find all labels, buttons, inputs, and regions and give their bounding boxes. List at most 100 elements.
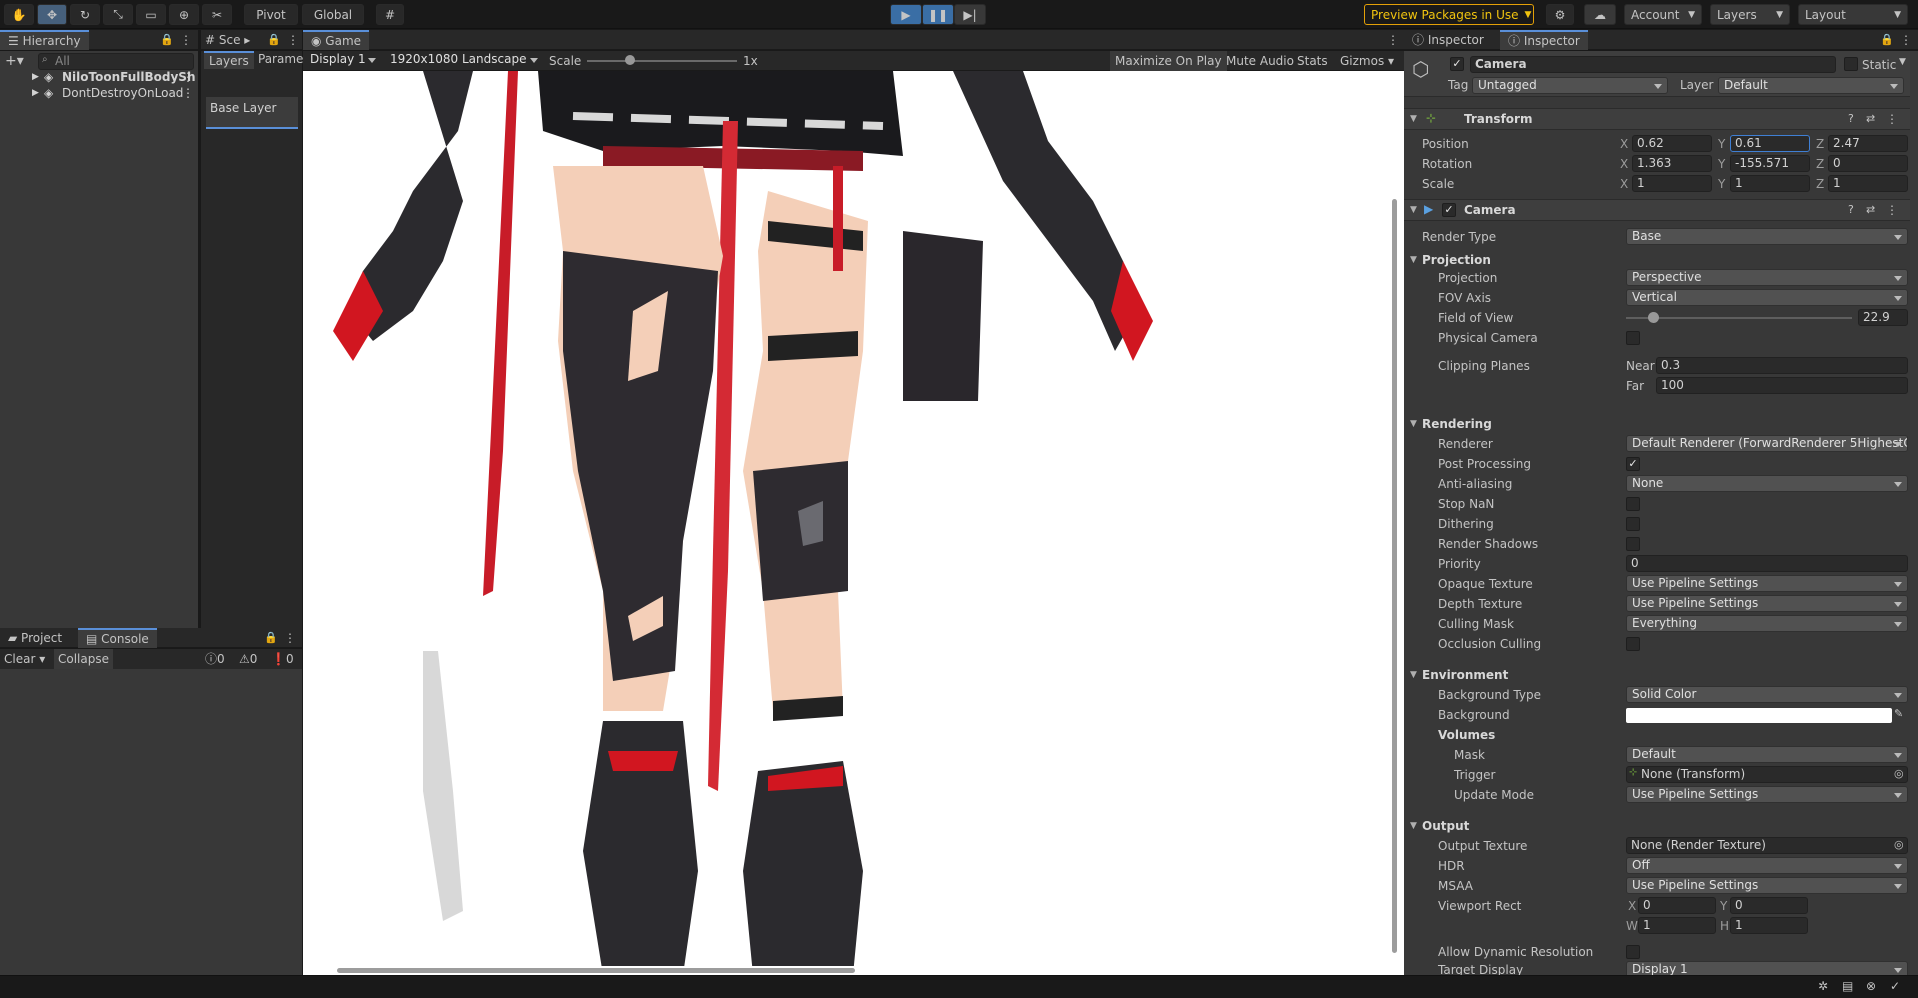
- inspector-scrollbar[interactable]: [1910, 51, 1918, 975]
- account-dropdown[interactable]: Account ▼: [1624, 4, 1702, 25]
- environment-section-title[interactable]: Environment: [1422, 667, 1508, 683]
- viewport-x-field[interactable]: 0: [1638, 897, 1716, 914]
- tag-dropdown[interactable]: Untagged: [1472, 77, 1668, 94]
- help-icon[interactable]: ?: [1848, 203, 1854, 216]
- camera-section-header[interactable]: ▼ ▶ ✓ Camera ? ⇄ ⋮: [1404, 199, 1918, 221]
- layout-dropdown[interactable]: Layout ▼: [1798, 4, 1908, 25]
- hierarchy-search-input[interactable]: All: [38, 53, 194, 70]
- rotation-x-field[interactable]: 1.363: [1632, 155, 1712, 172]
- rect-tool-icon[interactable]: ▭: [136, 4, 166, 25]
- render-shadows-checkbox[interactable]: [1626, 537, 1640, 551]
- game-viewport[interactable]: [303, 71, 1404, 975]
- transform-tool-icon[interactable]: ⊕: [169, 4, 199, 25]
- collapse-button[interactable]: Collapse: [54, 649, 113, 669]
- dithering-checkbox[interactable]: [1626, 517, 1640, 531]
- viewport-h-field[interactable]: 1: [1730, 917, 1808, 934]
- custom-tool-icon[interactable]: ✂: [202, 4, 232, 25]
- tab-inspector-2[interactable]: ⓘ Inspector: [1500, 30, 1588, 50]
- scale-y-field[interactable]: 1: [1730, 175, 1810, 192]
- scale-slider-thumb[interactable]: [625, 55, 635, 65]
- grid-snap-icon[interactable]: #: [376, 4, 404, 25]
- output-section-title[interactable]: Output: [1422, 818, 1469, 834]
- debug-icon[interactable]: ✲: [1818, 979, 1828, 993]
- help-icon[interactable]: ?: [1848, 112, 1854, 125]
- preview-packages-dropdown[interactable]: Preview Packages in Use ▼: [1364, 4, 1534, 25]
- network-icon[interactable]: ⊗: [1866, 979, 1876, 993]
- add-icon[interactable]: +▾: [5, 53, 24, 69]
- scale-x-field[interactable]: 1: [1632, 175, 1712, 192]
- viewport-y-field[interactable]: 0: [1730, 897, 1808, 914]
- transform-section-header[interactable]: ▼ ⊹ Transform ? ⇄ ⋮: [1404, 108, 1918, 130]
- lock-icon[interactable]: 🔒: [267, 33, 281, 46]
- physical-camera-checkbox[interactable]: [1626, 331, 1640, 345]
- rotate-tool-icon[interactable]: ↻: [70, 4, 100, 25]
- kebab-menu-icon[interactable]: ⋮: [287, 33, 299, 47]
- maximize-on-play-button[interactable]: Maximize On Play: [1110, 51, 1227, 71]
- hdr-dropdown[interactable]: Off: [1626, 857, 1908, 874]
- near-field[interactable]: 0.3: [1656, 357, 1908, 374]
- background-type-dropdown[interactable]: Solid Color: [1626, 686, 1908, 703]
- clear-button[interactable]: Clear ▾: [0, 649, 49, 669]
- chevron-down-icon[interactable]: ▼: [1410, 114, 1417, 124]
- display-dropdown[interactable]: Display 1: [305, 52, 381, 69]
- renderer-dropdown[interactable]: Default Renderer (ForwardRenderer 5Highe…: [1626, 435, 1908, 452]
- tab-parameters[interactable]: Parame: [253, 51, 308, 69]
- tab-console[interactable]: ▤ Console: [78, 628, 157, 648]
- pivot-button[interactable]: Pivot: [244, 4, 298, 25]
- global-button[interactable]: Global: [302, 4, 364, 25]
- tree-item-scene[interactable]: ▶ ◈ NiloToonFullBodySh ⋮: [0, 69, 200, 85]
- chevron-down-icon[interactable]: ▼: [1410, 670, 1417, 680]
- rotation-y-field[interactable]: -155.571: [1730, 155, 1810, 172]
- tab-scene[interactable]: # Sce ▸: [201, 30, 254, 50]
- background-color-swatch[interactable]: [1626, 708, 1892, 723]
- depth-texture-dropdown[interactable]: Use Pipeline Settings: [1626, 595, 1908, 612]
- chevron-down-icon[interactable]: ▼: [1410, 419, 1417, 429]
- kebab-menu-icon[interactable]: ⋮: [1900, 33, 1912, 47]
- rotation-z-field[interactable]: 0: [1828, 155, 1908, 172]
- tab-project[interactable]: ▰ Project: [0, 628, 70, 648]
- tab-inspector-1[interactable]: ⓘ Inspector: [1404, 30, 1492, 50]
- far-field[interactable]: 100: [1656, 377, 1908, 394]
- chevron-down-icon[interactable]: ▼: [1410, 205, 1417, 215]
- camera-enabled-checkbox[interactable]: ✓: [1442, 203, 1456, 217]
- rendering-section-title[interactable]: Rendering: [1422, 416, 1492, 432]
- fov-slider-track[interactable]: [1626, 317, 1852, 319]
- position-x-field[interactable]: 0.62: [1632, 135, 1712, 152]
- kebab-menu-icon[interactable]: ⋮: [182, 85, 194, 101]
- layer-dropdown[interactable]: Default: [1718, 77, 1904, 94]
- step-button-icon[interactable]: ▶|: [954, 4, 986, 25]
- info-count-button[interactable]: ⓘ0: [202, 649, 228, 669]
- pause-button-icon[interactable]: ❚❚: [922, 4, 954, 25]
- lock-icon[interactable]: 🔒: [160, 33, 174, 46]
- position-z-field[interactable]: 2.47: [1828, 135, 1908, 152]
- position-y-field[interactable]: 0.61: [1730, 135, 1810, 152]
- chevron-right-icon[interactable]: ▶: [32, 69, 39, 85]
- chevron-down-icon[interactable]: ▼: [1899, 57, 1906, 67]
- stop-nan-checkbox[interactable]: [1626, 497, 1640, 511]
- target-display-dropdown[interactable]: Display 1: [1626, 961, 1908, 975]
- mute-audio-button[interactable]: Mute Audio: [1221, 51, 1299, 71]
- chevron-down-icon[interactable]: ▼: [1410, 255, 1417, 265]
- tab-game[interactable]: ◉ Game: [303, 30, 370, 50]
- projection-dropdown[interactable]: Perspective: [1626, 269, 1908, 286]
- kebab-menu-icon[interactable]: ⋮: [182, 69, 194, 85]
- layers-dropdown[interactable]: Layers ▼: [1710, 4, 1790, 25]
- game-vscrollbar-thumb[interactable]: [1392, 199, 1397, 953]
- cloud-icon[interactable]: ☁: [1584, 4, 1616, 25]
- tab-layers[interactable]: Layers: [204, 51, 254, 69]
- resolution-dropdown[interactable]: 1920x1080 Landscape: [385, 52, 543, 69]
- object-picker-icon[interactable]: ◎: [1894, 767, 1904, 780]
- preset-icon[interactable]: ⇄: [1866, 203, 1875, 216]
- tab-hierarchy[interactable]: ☰ Hierarchy: [0, 30, 89, 50]
- hand-tool-icon[interactable]: ✋: [4, 4, 34, 25]
- trigger-field[interactable]: None (Transform): [1626, 766, 1908, 783]
- collab-icon[interactable]: ⚙: [1546, 4, 1574, 25]
- game-hscrollbar-thumb[interactable]: [337, 968, 855, 973]
- opaque-texture-dropdown[interactable]: Use Pipeline Settings: [1626, 575, 1908, 592]
- output-texture-field[interactable]: None (Render Texture): [1626, 837, 1908, 854]
- scale-tool-icon[interactable]: ⤡: [103, 4, 133, 25]
- tree-item-scene[interactable]: ▶ ◈ DontDestroyOnLoad ⋮: [0, 85, 200, 101]
- priority-field[interactable]: 0: [1626, 555, 1908, 572]
- gizmos-button[interactable]: Gizmos ▾: [1335, 51, 1399, 71]
- eyedropper-icon[interactable]: ✎: [1894, 707, 1903, 720]
